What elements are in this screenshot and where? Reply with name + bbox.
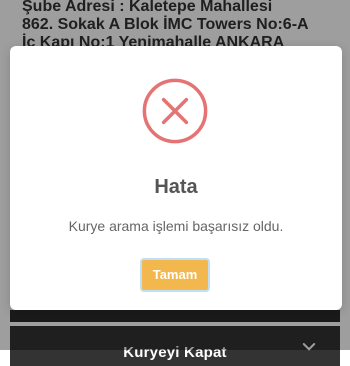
error-x-circle-icon bbox=[142, 78, 208, 144]
dialog-message: Kurye arama işlemi başarısız oldu. bbox=[68, 218, 284, 234]
dialog-title: Hata bbox=[154, 176, 198, 198]
error-dialog: Hata Kurye arama işlemi başarısız oldu. … bbox=[10, 46, 342, 310]
ok-button[interactable]: Tamam bbox=[140, 258, 210, 292]
